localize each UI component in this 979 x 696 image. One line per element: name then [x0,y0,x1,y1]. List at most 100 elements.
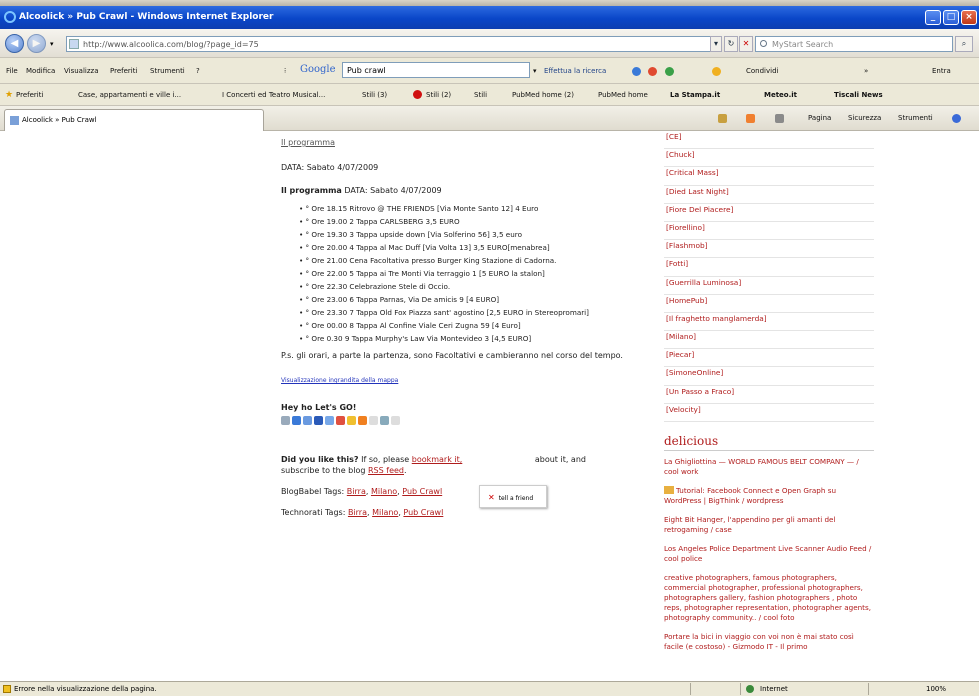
tag-item[interactable]: [Died Last Night] [664,186,874,204]
fav-item-9[interactable]: Meteo.it [764,91,797,99]
home-icon[interactable] [718,114,727,123]
toolbar-icon-1[interactable] [632,67,641,76]
menu-strumenti[interactable]: Strumenti [150,67,185,75]
tag-item[interactable]: [Fiorellino] [664,222,874,241]
google-search-input[interactable]: Pub crawl [342,62,530,78]
search-go-button[interactable]: ⌕ [955,36,973,52]
share-title: Hey ho Let's GO! [281,403,357,412]
tag-item[interactable]: [Guerrilla Luminosa] [664,277,874,295]
security-menu[interactable]: Sicurezza [848,114,881,122]
tag-item[interactable]: [Un Passo a Fraco] [664,386,874,404]
tag-link[interactable]: Birra [347,487,366,496]
tab-active[interactable]: Alcoolick » Pub Crawl [4,109,264,131]
post-body: Il programma DATA: Sabato 4/07/2009 Il p… [281,137,651,518]
feeds-icon[interactable] [746,114,755,123]
maximize-button[interactable]: □ [943,10,959,25]
menu-preferiti[interactable]: Preferiti [110,67,137,75]
more-chevron-icon[interactable]: » [864,67,868,75]
tag-item[interactable]: [HomePub] [664,295,874,313]
tag-item[interactable]: [CE] [664,131,874,150]
share-icon[interactable] [292,416,301,425]
stop-icon[interactable]: ✕ [739,36,753,52]
tools-menu[interactable]: Strumenti [898,114,933,122]
delicious-item[interactable]: La Ghigliottina — WORLD FAMOUS BELT COMP… [664,457,874,477]
delicious-item[interactable]: creative photographers, famous photograp… [664,573,874,623]
menu-visualizza[interactable]: Visualizza [64,67,98,75]
share-button[interactable]: Condividi [746,67,778,75]
share-icon[interactable] [347,416,356,425]
tag-link[interactable]: Pub Crawl [402,487,442,496]
signin-button[interactable]: Entra [932,67,951,75]
favorites-bar: ★ Preferiti Case, appartamenti e ville i… [0,84,979,106]
forward-button[interactable]: ▶ [27,34,46,53]
tag-item[interactable]: [SimoneOnline] [664,367,874,386]
toolbar-icon-2[interactable] [648,67,657,76]
history-dropdown-icon[interactable]: ▾ [50,40,54,48]
tag-item[interactable]: [Critical Mass] [664,167,874,186]
fav-item-8[interactable]: La Stampa.it [670,91,720,99]
fav-item-6[interactable]: PubMed home (2) [512,91,574,99]
status-divider [868,683,869,695]
toolbar-icon-3[interactable] [665,67,674,76]
back-button[interactable]: ◀ [5,34,24,53]
tag-link[interactable]: Milano [371,487,397,496]
delicious-item[interactable]: Portare la bici in viaggio con voi non è… [664,632,874,652]
fav-item-4[interactable]: Stili (2) [426,91,451,99]
tell-friend-button[interactable]: ✕ tell a friend [479,485,547,508]
share-icon[interactable] [281,416,290,425]
like-paragraph: Did you like this? If so, please bookmar… [281,454,626,476]
share-icon[interactable] [314,416,323,425]
fav-item-5[interactable]: Stili [474,91,487,99]
close-button[interactable]: × [961,10,977,25]
google-search-button[interactable]: Effettua la ricerca [544,67,606,75]
menu-help[interactable]: ? [196,67,200,75]
address-bar[interactable]: http://www.alcoolica.com/blog/?page_id=7… [66,36,722,52]
zoom-level[interactable]: 100% [926,685,946,693]
tag-item[interactable]: [Il fraghetto manglamerda] [664,313,874,332]
menu-file[interactable]: File [6,67,18,75]
fav-item-2[interactable]: I Concerti ed Teatro Musical... [222,91,325,99]
program-item: ° Ore 21.00 Cena Facoltativa presso Burg… [299,256,651,266]
print-icon[interactable] [775,114,784,123]
minimize-button[interactable]: _ [925,10,941,25]
bookmark-link[interactable]: bookmark it, [412,455,463,464]
security-zone[interactable]: Internet [760,685,788,693]
share-icon[interactable] [358,416,367,425]
fav-item-3[interactable]: Stili (3) [362,91,387,99]
page-menu[interactable]: Pagina [808,114,831,122]
refresh-icon[interactable]: ↻ [724,36,738,52]
fav-item-1[interactable]: Case, appartamenti e ville i... [78,91,181,99]
share-icon[interactable] [369,416,378,425]
toolbar-icon-4[interactable] [712,67,721,76]
share-icon[interactable] [336,416,345,425]
fav-item-7[interactable]: PubMed home [598,91,648,99]
delicious-item[interactable]: Los Angeles Police Department Live Scann… [664,544,874,564]
favorites-button[interactable]: Preferiti [16,91,43,99]
google-dropdown-icon[interactable]: ▾ [533,67,537,75]
delicious-item[interactable]: Tutorial: Facebook Connect e Open Graph … [664,486,874,506]
rss-link[interactable]: RSS feed [368,466,404,475]
tag-item[interactable]: [Milano] [664,331,874,350]
tag-link[interactable]: Pub Crawl [403,508,443,517]
tag-link[interactable]: Birra [348,508,367,517]
fav-item-10[interactable]: Tiscali News [834,91,883,99]
share-icon[interactable] [325,416,334,425]
address-dropdown-button[interactable]: ▾ [710,36,722,52]
map-link[interactable]: Visualizzazione ingrandita della mappa [281,375,651,386]
tag-link[interactable]: Milano [372,508,398,517]
tag-item[interactable]: [Chuck] [664,149,874,168]
share-icon[interactable] [303,416,312,425]
share-icon[interactable] [380,416,389,425]
tag-item[interactable]: [Velocity] [664,404,874,422]
delicious-item[interactable]: Eight Bit Hanger, l'appendino per gli am… [664,515,874,535]
menu-modifica[interactable]: Modifica [26,67,55,75]
share-icon[interactable] [391,416,400,425]
tag-item[interactable]: [Piecar] [664,349,874,368]
tag-item[interactable]: [Fiore Del Piacere] [664,204,874,222]
warning-icon[interactable] [3,685,11,693]
search-input[interactable]: MyStart Search [755,36,953,52]
page-favicon-icon [69,39,79,49]
tag-item[interactable]: [Flashmob] [664,240,874,259]
help-icon[interactable] [952,114,961,123]
tag-item[interactable]: [Fotti] [664,258,874,277]
